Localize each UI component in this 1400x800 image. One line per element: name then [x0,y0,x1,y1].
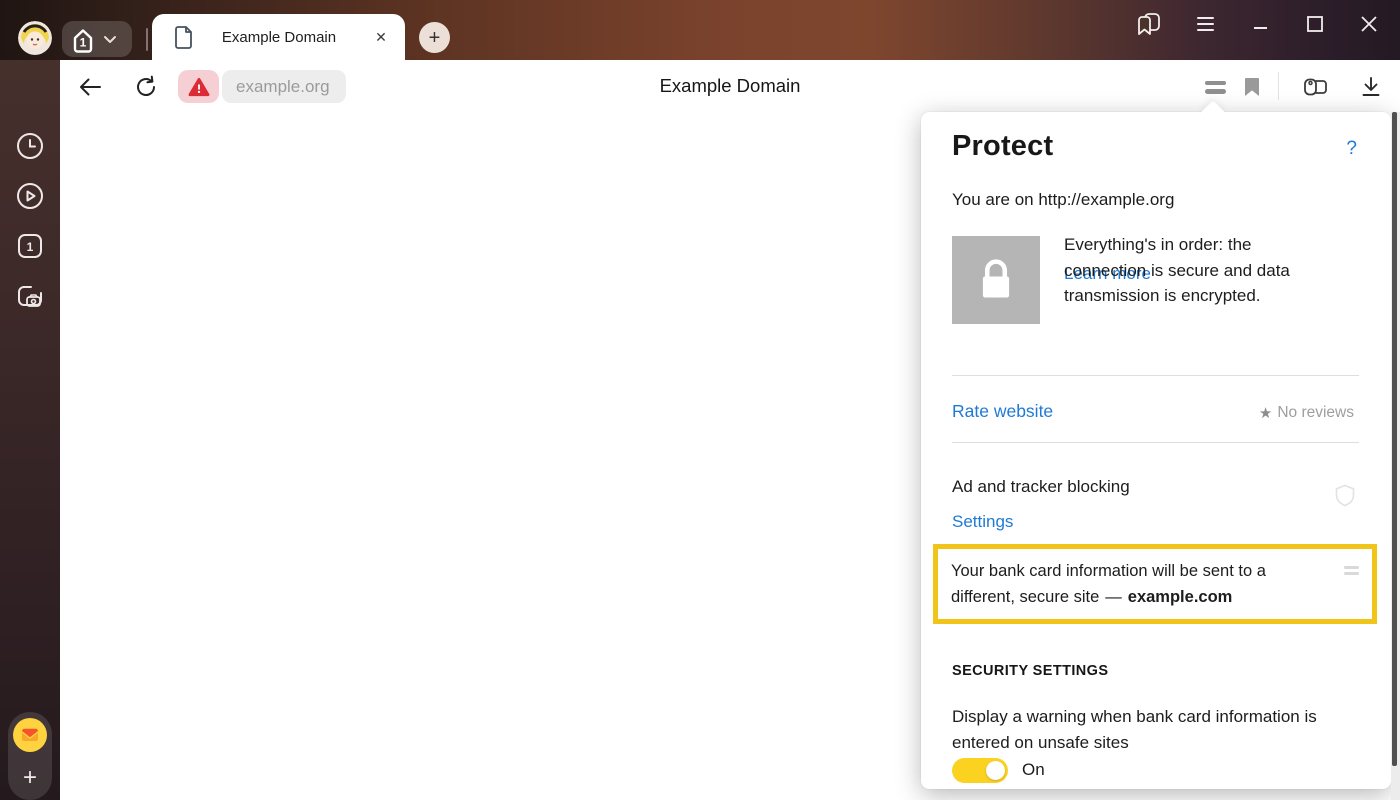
minimize-icon [1250,13,1272,35]
location-line: You are on http://example.org [952,190,1174,210]
ad-blocking-label: Ad and tracker blocking [952,477,1130,497]
collections-icon [1301,74,1329,100]
toggle-knob [986,761,1005,780]
side-panel-button[interactable] [1136,11,1162,37]
connection-status-tile [952,236,1040,324]
screenshot-icon [15,281,45,311]
sidebar-tab-count: 1 [27,240,34,254]
status-text: Everything's in order: the connection is… [1064,232,1336,309]
minimize-button[interactable] [1248,11,1274,37]
protect-icon [1205,81,1226,94]
menu-button[interactable] [1192,11,1218,37]
page-icon [174,26,193,49]
reload-icon [134,75,158,99]
star-icon: ★ [1259,404,1272,422]
titlebar-divider [146,28,148,51]
site-security-badge[interactable] [178,70,219,103]
warning-setting-text: Display a warning when bank card informa… [952,704,1376,756]
bookmark-icon [1243,76,1261,98]
tab-group-button[interactable]: 1 [62,21,132,57]
warning-toggle-row: On [952,758,1252,784]
tab-count: 1 [80,36,87,50]
hamburger-icon [1197,17,1214,31]
browser-tab[interactable]: Example Domain ✕ [152,14,405,60]
connection-status-text: Everything's in order: the connection is… [1064,232,1336,286]
play-icon [15,181,45,211]
mail-icon [13,718,47,752]
reviews-summary: ★ No reviews [1259,404,1354,422]
back-arrow-icon [77,76,103,98]
close-window-button[interactable] [1356,11,1382,37]
maximize-button[interactable] [1302,11,1328,37]
toolbar-divider [1278,72,1279,100]
lock-icon [975,257,1017,303]
close-icon [1358,13,1380,35]
reviews-label: No reviews [1277,404,1354,422]
bookmark-button[interactable] [1238,73,1266,101]
sidebar: 1 + ••• [0,60,60,800]
avatar[interactable] [18,21,52,55]
maximize-icon [1304,13,1326,35]
protect-panel: Protect ? You are on http://example.org … [921,112,1391,789]
back-button[interactable] [76,73,104,101]
history-button[interactable] [15,131,45,161]
security-settings-header: SECURITY SETTINGS [952,663,1108,679]
protect-mini-icon-wrap [1344,566,1359,575]
address-text: example.org [236,77,330,97]
mail-button[interactable] [13,718,47,752]
bankcard-domain: example.com [1128,588,1233,606]
tabs-button[interactable]: 1 [15,231,45,261]
shield-icon [1335,484,1355,507]
clock-icon [15,131,45,161]
dash: — [1099,588,1128,606]
address-bar[interactable]: example.org [222,70,346,103]
panel-title: Protect [952,130,1053,163]
warning-icon [188,77,210,97]
divider [952,442,1359,443]
tab-count-icon: 1 [15,231,45,261]
bankcard-notice: Your bank card information will be sent … [933,544,1377,624]
rate-website-link[interactable]: Rate website [952,401,1053,422]
bookmarks-panel-icon [1136,12,1162,36]
toggle-state-label: On [1022,760,1045,780]
add-service-button[interactable]: + [8,758,52,798]
screenshot-button[interactable] [15,281,45,311]
media-button[interactable] [15,181,45,211]
toolbar: example.org Example Domain [60,60,1400,112]
downloads-button[interactable] [1357,73,1385,101]
close-tab-icon[interactable]: ✕ [369,25,393,49]
browser-window: 1 Example Domain ✕ + [0,0,1400,800]
window-titlebar: 1 Example Domain ✕ + [0,0,1400,60]
help-link[interactable]: ? [1346,138,1357,160]
download-icon [1359,75,1383,99]
scrollbar-track [1391,112,1400,800]
warning-toggle[interactable] [952,758,1008,783]
avatar-image [18,21,52,55]
scrollbar-thumb[interactable] [1392,112,1397,766]
reload-button[interactable] [132,73,160,101]
tab-title: Example Domain [193,29,369,46]
protect-panel-button[interactable] [1201,73,1229,101]
protect-mini-icon [1344,566,1359,575]
active-tab-count-icon: 1 [69,24,97,54]
divider [952,375,1359,376]
new-tab-button[interactable]: + [419,22,450,53]
collections-button[interactable] [1301,73,1329,101]
ad-blocking-settings-link[interactable]: Settings [952,512,1013,532]
chevron-down-icon [103,35,117,44]
